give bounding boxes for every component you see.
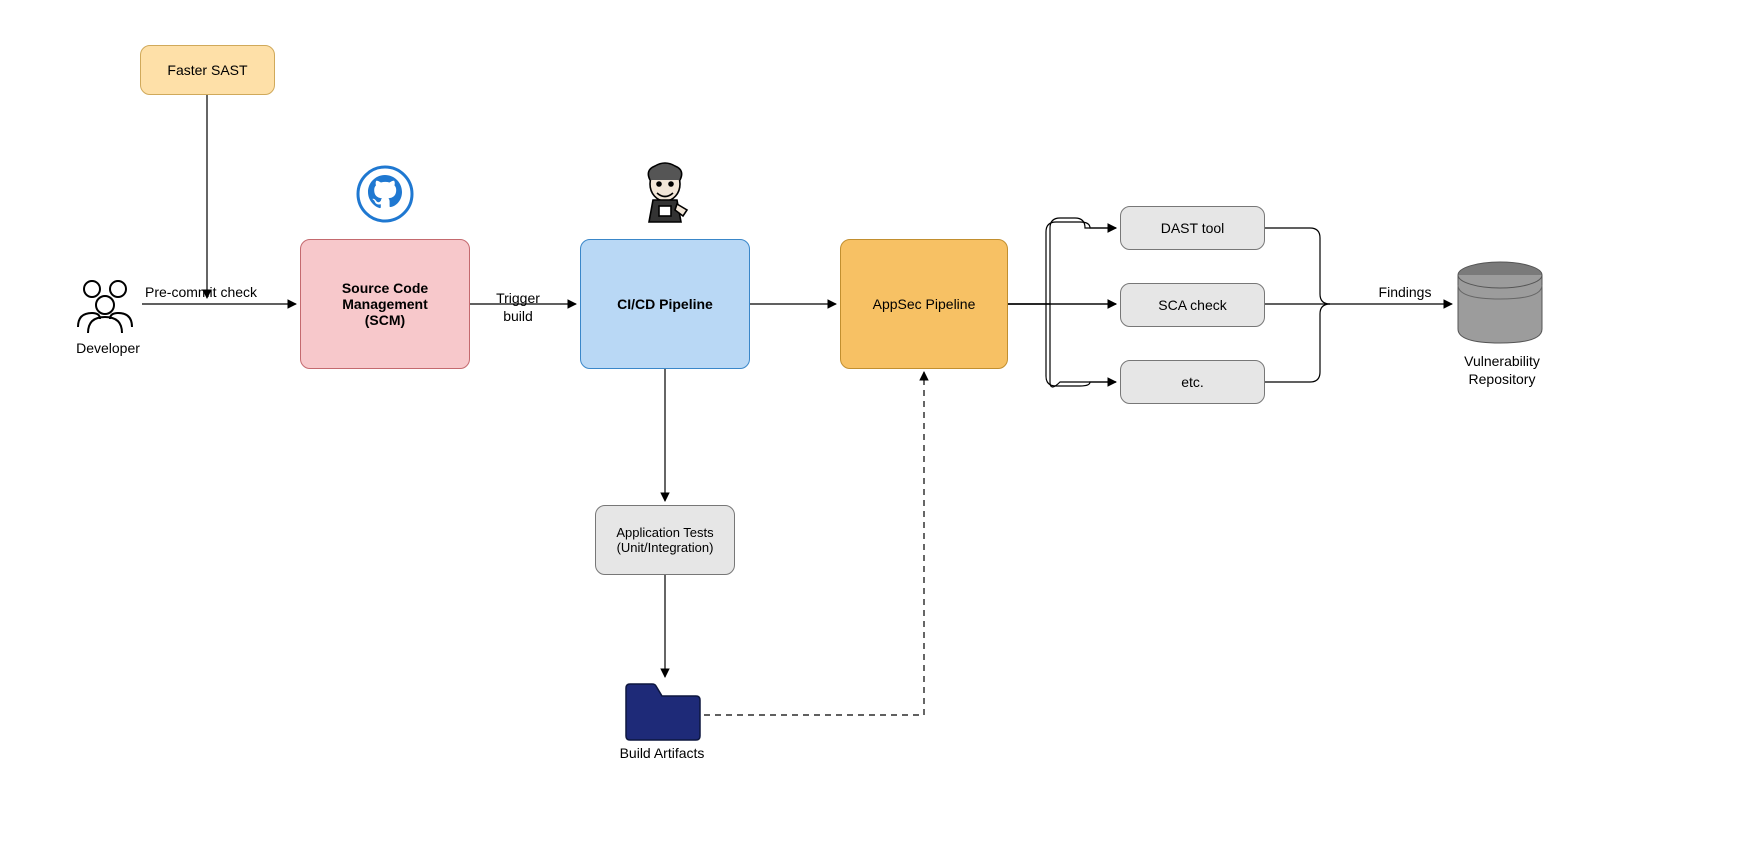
etc-label: etc. [1181, 374, 1204, 390]
edge-etc-db [1265, 304, 1330, 382]
scm-label: Source Code Management (SCM) [342, 280, 428, 328]
node-app-tests: Application Tests (Unit/Integration) [595, 505, 735, 575]
developer-icon [70, 275, 140, 338]
edge-trigger-label: Trigger build [483, 290, 553, 325]
faster-sast-label: Faster SAST [167, 62, 247, 78]
developer-label: Developer [68, 340, 148, 356]
folder-icon [622, 680, 704, 745]
edge-fan-bot [1046, 304, 1116, 386]
appsec-label: AppSec Pipeline [873, 296, 976, 312]
node-appsec: AppSec Pipeline [840, 239, 1008, 369]
vuln-repo-label: Vulnerability Repository [1447, 352, 1557, 388]
build-artifacts-label: Build Artifacts [602, 745, 722, 761]
jenkins-icon [635, 160, 695, 229]
dast-label: DAST tool [1161, 220, 1225, 236]
node-sca: SCA check [1120, 283, 1265, 327]
node-faster-sast: Faster SAST [140, 45, 275, 95]
edge-artifacts-appsec [704, 372, 924, 715]
node-scm: Source Code Management (SCM) [300, 239, 470, 369]
node-dast: DAST tool [1120, 206, 1265, 250]
edges-layer [0, 0, 1748, 868]
github-icon [356, 165, 414, 226]
edge-fan-top [1046, 222, 1116, 304]
cicd-label: CI/CD Pipeline [617, 296, 713, 312]
edge-precommit-label: Pre-commit check [145, 284, 285, 300]
node-etc: etc. [1120, 360, 1265, 404]
database-icon [1455, 261, 1545, 350]
edge-findings-label: Findings [1370, 284, 1440, 300]
node-cicd: CI/CD Pipeline [580, 239, 750, 369]
app-tests-label: Application Tests (Unit/Integration) [616, 525, 713, 555]
edge-appsec-dast [1008, 218, 1116, 304]
sca-label: SCA check [1158, 297, 1226, 313]
